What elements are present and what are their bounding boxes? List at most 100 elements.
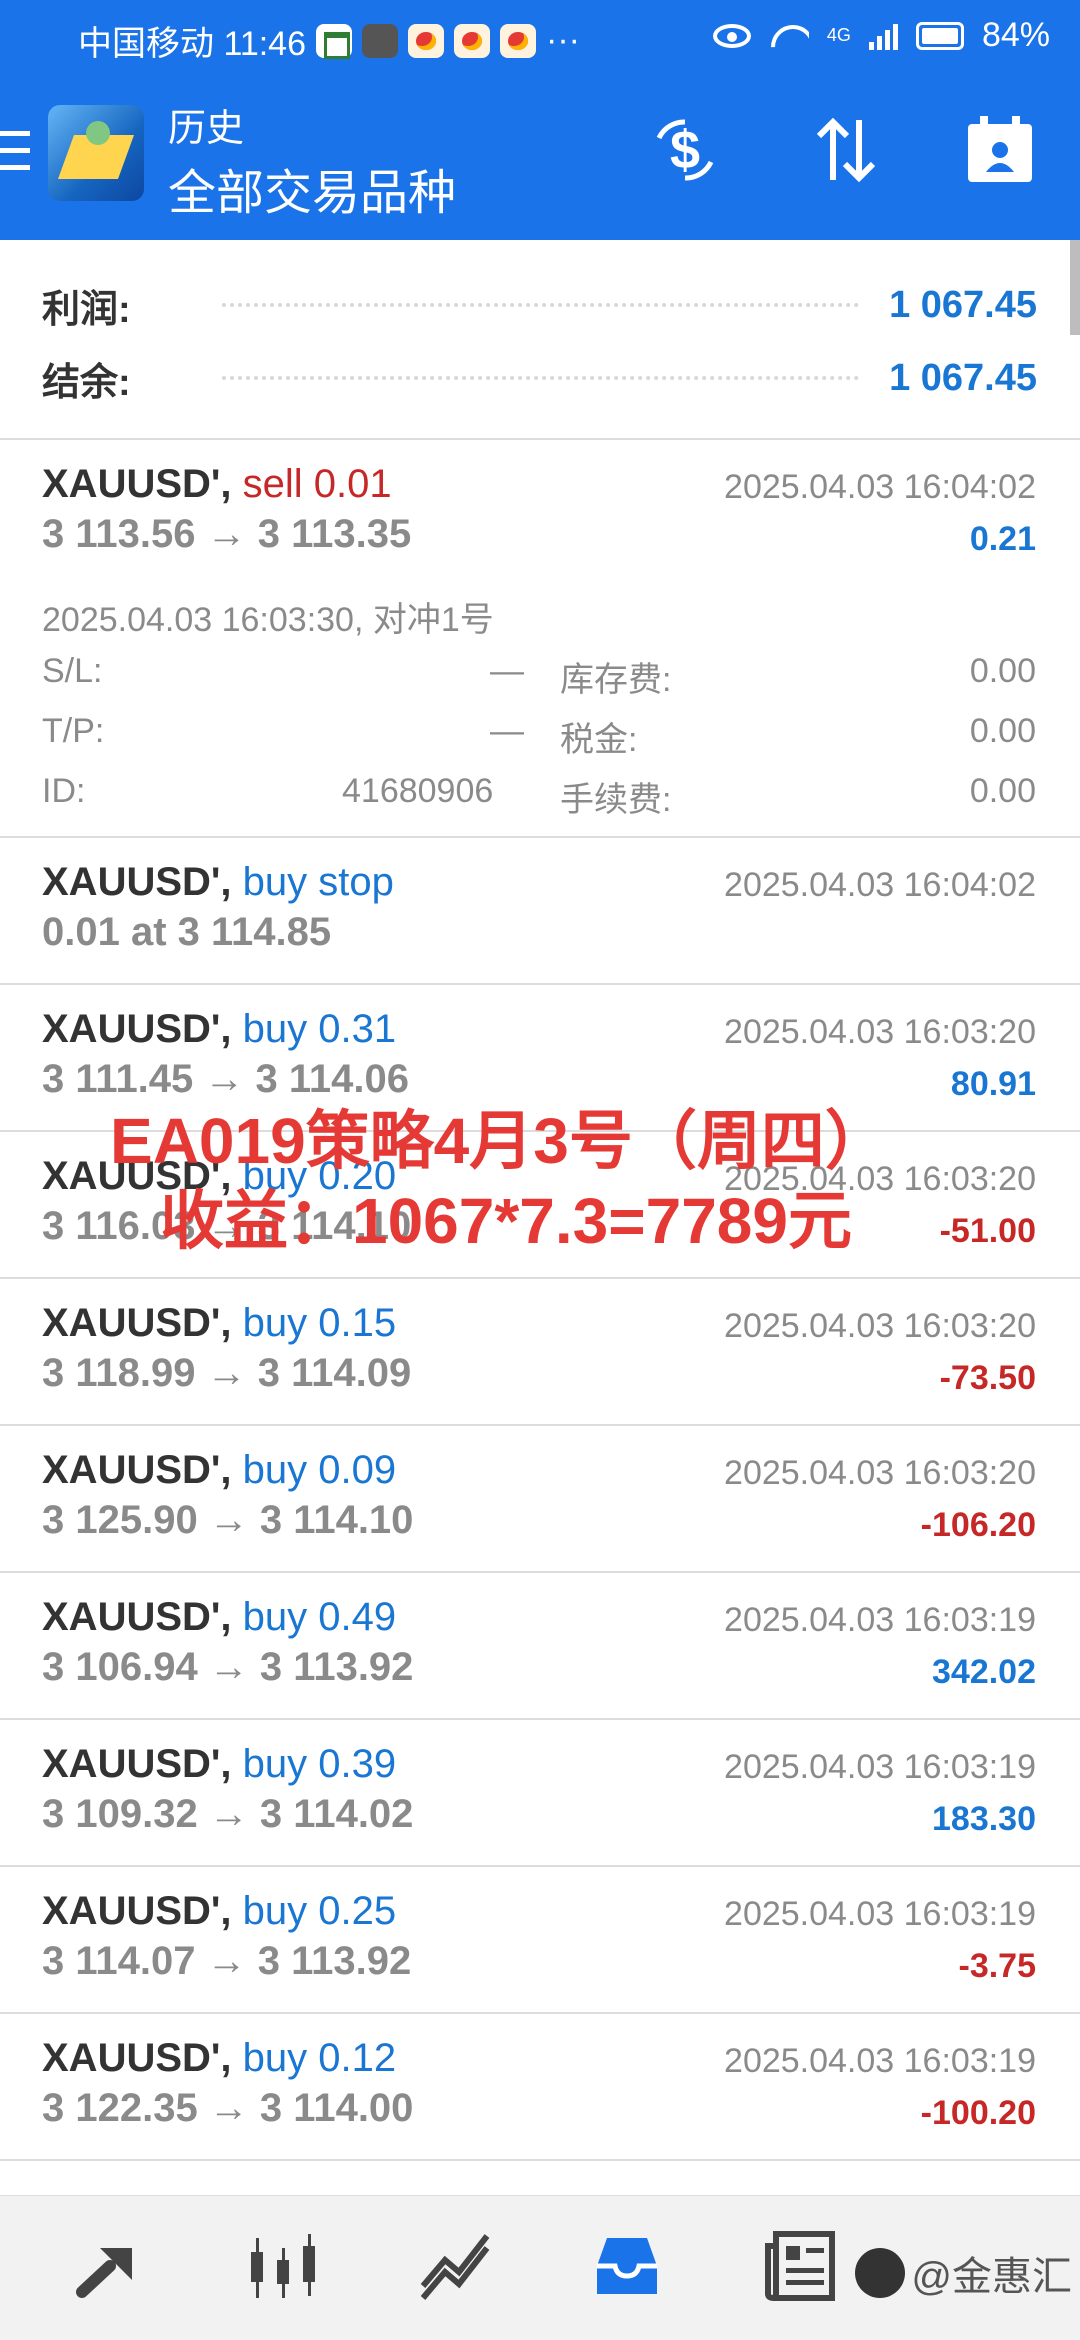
trade-row[interactable]: XAUUSD', buy 0.09 2025.04.03 16:03:20 3 12…	[0, 1426, 1080, 1573]
trade-profit: 80.91	[950, 1065, 1036, 1103]
bottom-nav: @金惠汇	[0, 2195, 1080, 2340]
weibo-notification-icon	[454, 23, 491, 58]
trade-time: 2025.04.03 16:03:20	[724, 1454, 1036, 1492]
quotes-icon	[76, 2248, 132, 2298]
trade-time: 2025.04.03 16:03:19	[724, 1601, 1036, 1639]
symbol-text: XAUUSD',	[42, 1448, 232, 1492]
trade-prices: 3 125.90 → 3 114.10	[42, 1498, 414, 1542]
trade-prices: 3 106.94 → 3 113.92	[42, 1645, 414, 1689]
sl-label: S/L:	[42, 652, 103, 690]
trade-action: buy 0.39	[242, 1742, 397, 1786]
trade-profit: -100.20	[920, 2094, 1036, 2132]
news-icon	[765, 2231, 835, 2301]
page-title: 历史	[168, 108, 245, 150]
trade-row[interactable]: XAUUSD', buy stop 2025.04.03 16:04:02 0.01…	[0, 838, 1080, 985]
trade-profit: 342.02	[932, 1653, 1036, 1691]
trade-action: buy 0.12	[242, 2036, 397, 2080]
symbol-text: XAUUSD',	[42, 860, 232, 904]
watermark-text: @金惠汇	[911, 2255, 1072, 2299]
trade-profit: 183.30	[932, 1800, 1036, 1838]
messages-icon[interactable]	[855, 2248, 906, 2298]
sort-button[interactable]	[800, 105, 890, 195]
nav-trade[interactable]	[410, 2221, 500, 2311]
dotted-leader	[222, 303, 860, 307]
battery-icon	[915, 21, 964, 50]
nav-chart[interactable]	[238, 2221, 328, 2311]
trade-row[interactable]: XAUUSD', buy 0.15 2025.04.03 16:03:20 3 11…	[0, 1279, 1080, 1426]
deposit-button[interactable]: $	[640, 105, 730, 195]
trade-row-partial[interactable]	[0, 2160, 1080, 2195]
profit-value: 1 067.45	[889, 283, 1037, 326]
trade-profit: -3.75	[958, 1947, 1037, 1985]
trade-time: 2025.04.03 16:04:02	[724, 468, 1036, 506]
open-info: 2025.04.03 16:03:30, 对冲1号	[42, 601, 494, 639]
trade-symbol: XAUUSD', buy 0.31	[42, 1007, 396, 1052]
symbol-text: XAUUSD',	[42, 1007, 232, 1051]
profit-label: 利润:	[42, 288, 131, 331]
tax-value: 0.00	[969, 712, 1036, 750]
trade-time: 2025.04.03 16:03:20	[724, 1307, 1036, 1345]
dotted-leader	[222, 376, 860, 380]
trade-action: buy 0.25	[242, 1889, 397, 1933]
trade-icon	[420, 2234, 490, 2300]
battery-level: 84%	[981, 16, 1050, 54]
trade-profit: -73.50	[939, 1359, 1036, 1397]
trade-row[interactable]: XAUUSD', buy 0.49 2025.04.03 16:03:19 3 10…	[0, 1573, 1080, 1720]
trade-time: 2025.04.03 16:04:02	[724, 866, 1036, 904]
sl-value: —	[490, 652, 524, 690]
nav-news[interactable]	[755, 2221, 845, 2311]
trade-row[interactable]: XAUUSD', buy 0.25 2025.04.03 16:03:19 3 11…	[0, 1867, 1080, 2014]
trade-action: buy 0.15	[242, 1301, 397, 1345]
trade-row[interactable]: XAUUSD', buy 0.39 2025.04.03 16:03:19 3 10…	[0, 1720, 1080, 1867]
id-label: ID:	[42, 772, 86, 810]
trade-time: 2025.04.03 16:03:19	[724, 1895, 1036, 1933]
symbol-text: XAUUSD',	[42, 462, 232, 506]
trade-profit: 0.21	[969, 520, 1036, 558]
home-app-icon	[316, 23, 353, 59]
trade-profit: -51.00	[939, 1212, 1036, 1250]
trade-symbol: XAUUSD', buy 0.25	[42, 1889, 396, 1934]
trade-action: buy 0.09	[242, 1448, 397, 1492]
trade-time: 2025.04.03 16:03:19	[724, 2042, 1036, 2080]
symbol-text: XAUUSD',	[42, 2036, 232, 2080]
more-notifications: ···	[546, 21, 580, 59]
trade-prices: 0.01 at 3 114.85	[42, 910, 332, 954]
nav-history[interactable]	[582, 2221, 672, 2311]
fee-label: 手续费:	[560, 781, 672, 819]
nav-quotes[interactable]	[65, 2221, 155, 2311]
tp-label: T/P:	[42, 712, 105, 750]
trade-action: buy 0.31	[242, 1007, 397, 1051]
weibo-notification-icon	[500, 23, 537, 58]
calendar-icon	[968, 116, 1032, 182]
trade-prices: 3 113.56 → 3 113.35	[42, 512, 412, 556]
id-value: 41680906	[342, 772, 494, 810]
calendar-button[interactable]	[955, 105, 1045, 195]
balance-row: 结余: 1 067.45	[42, 348, 1037, 408]
status-right: 4G 84%	[712, 16, 1050, 55]
trade-row-expanded[interactable]: XAUUSD', sell 0.01 2025.04.03 16:04:02 3…	[0, 440, 1080, 838]
trade-symbol: XAUUSD', buy 0.15	[42, 1301, 396, 1346]
trade-prices: 3 118.99 → 3 114.09	[42, 1351, 412, 1395]
summary-panel: 利润: 1 067.45 结余: 1 067.45	[0, 240, 1080, 440]
watermark: @金惠汇	[855, 2244, 1072, 2302]
trade-symbol: XAUUSD', buy 0.09	[42, 1448, 396, 1493]
swap-value: 0.00	[969, 652, 1036, 690]
symbol-filter[interactable]: 全部交易品种	[168, 153, 456, 223]
trade-action: buy 0.49	[242, 1595, 397, 1639]
menu-icon[interactable]	[0, 131, 30, 181]
history-icon	[597, 2238, 657, 2294]
signal-icon	[868, 22, 898, 50]
overlay-earnings: 收益：1067*7.3=7789元	[160, 1185, 852, 1257]
photo-notification-icon	[362, 23, 399, 58]
metatrader-logo	[48, 105, 144, 201]
trade-action: buy stop	[242, 860, 394, 904]
tax-label: 税金:	[560, 721, 638, 759]
symbol-text: XAUUSD',	[42, 1595, 232, 1639]
balance-label: 结余:	[42, 361, 131, 404]
trade-symbol: XAUUSD', sell 0.01	[42, 462, 392, 507]
trade-symbol: XAUUSD', buy 0.39	[42, 1742, 396, 1787]
fee-value: 0.00	[969, 772, 1036, 810]
carrier-time: 中国移动 11:46	[78, 25, 307, 63]
trade-row[interactable]: XAUUSD', buy 0.12 2025.04.03 16:03:19 3 12…	[0, 2014, 1080, 2161]
currency-exchange-icon: $	[656, 119, 714, 181]
